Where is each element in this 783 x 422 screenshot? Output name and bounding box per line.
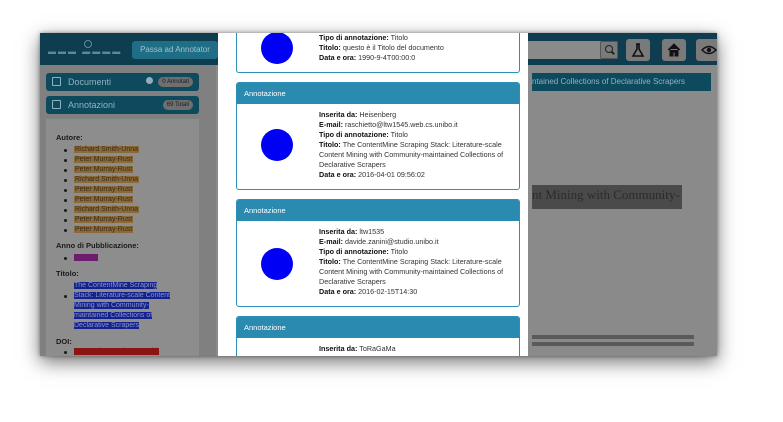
anno-list: 2016 [64,253,98,263]
documenti-badge: 0 Annotati [158,77,193,87]
annotations-modal: Tipo di annotazione: Titolo Titolo: ques… [218,33,528,356]
annotation-details: Inserita da: Heisenberg E-mail: raschiet… [319,110,504,179]
list-item[interactable]: Peter Murray-Rust [64,225,139,235]
folder-icon [52,77,61,86]
settings-icon[interactable] [146,77,153,84]
list-item[interactable]: Peter Murray-Rust [64,195,139,205]
eye-icon [701,45,717,55]
annotation-card-header: Annotazione [237,200,519,221]
list-item[interactable]: Richard Smith-Unna [64,145,140,155]
home-icon [667,43,681,57]
annotation-card: Annotazione Inserita da: ToRaGaMa [236,316,520,356]
list-item[interactable]: Richard Smith-Unna [64,205,140,215]
annotation-details: Inserita da: ToRaGaMa [319,344,396,353]
flask-icon [631,43,645,57]
sidebar: Documenti 0 Annotati Annotazioni 69 Tota… [40,65,216,356]
annotation-card-header: Annotazione [237,83,519,104]
annotazioni-badge: 69 Totali [162,100,193,110]
document-text [532,335,694,353]
search-icon[interactable] [600,41,618,59]
home-button[interactable] [662,39,686,61]
sidebar-item-annotazioni[interactable]: Annotazioni 69 Totali [46,96,199,114]
anno-heading: Anno di Pubblicazione: [56,241,139,250]
doi-heading: DOI: [56,337,72,346]
annotation-card: Annotazione Inserita da: Heisenberg E-ma… [236,82,520,190]
list-item[interactable]: Peter Murray-Rust [64,165,139,175]
list-item[interactable]: Richard Smith-Unna [64,175,140,185]
annotation-card: Annotazione Inserita da: ltw1535 E-mail:… [236,199,520,307]
list-item[interactable]: Peter Murray-Rust [64,215,139,225]
annotator-avatar [261,129,293,161]
passa-ad-annotator-button[interactable]: Passa ad Annotator [132,41,218,59]
list-item[interactable]: Peter Murray-Rust [64,185,139,195]
list-item[interactable]: 10.1045/november14-smith [64,347,160,356]
list-item[interactable]: 2016 [64,253,98,263]
list-item[interactable]: Peter Murray-Rust [64,155,139,165]
view-toggle-button[interactable] [696,39,717,61]
annotator-avatar [261,33,293,64]
document-header: ntained Collections of Declarative Scrap… [532,73,711,91]
titolo-value[interactable]: The ContentMine Scraping Stack: Literatu… [74,281,174,331]
titolo-heading: Titolo: [56,269,79,278]
lab-flask-button[interactable] [626,39,650,61]
metadata-panel: Autore: Richard Smith-Unna Peter Murray-… [46,119,199,356]
app-logo: ▬▬▬ ▬▬▬▬ [48,40,124,58]
list-icon [52,100,61,109]
annotation-details: Tipo di annotazione: Titolo Titolo: ques… [319,33,444,62]
annotation-card: Tipo di annotazione: Titolo Titolo: ques… [236,33,520,73]
annotation-card-header: Annotazione [237,317,519,338]
document-title[interactable]: nt Mining with Community- [532,185,682,209]
sidebar-item-documenti[interactable]: Documenti 0 Annotati [46,73,199,91]
author-list: Richard Smith-Unna Peter Murray-Rust Pet… [64,145,140,235]
autore-heading: Autore: [56,133,83,142]
annotation-details: Inserita da: ltw1535 E-mail: davide.zani… [319,227,504,296]
document-panel: ntained Collections of Declarative Scrap… [532,73,711,356]
doi-list: 10.1045/november14-smith [64,347,160,356]
annotator-avatar [261,248,293,280]
